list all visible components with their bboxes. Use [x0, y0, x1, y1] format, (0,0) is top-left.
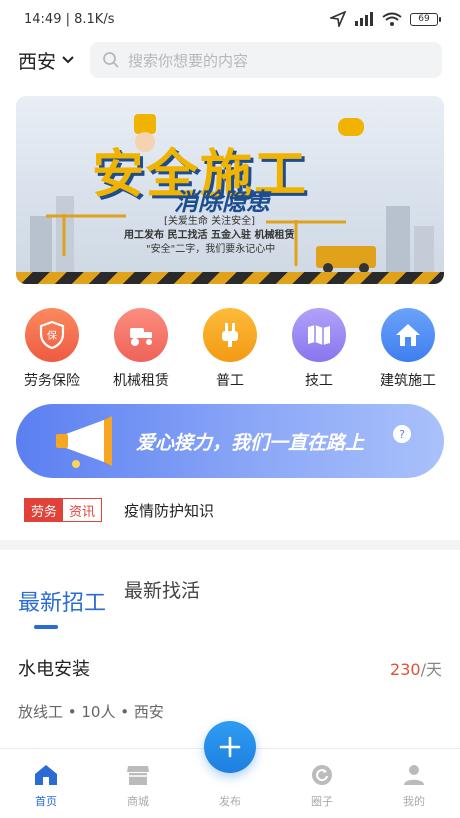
pay-unit: /天	[420, 660, 442, 679]
city-label: 西安	[18, 50, 57, 73]
tractor-icon	[114, 308, 168, 362]
search-input[interactable]: 搜索你想要的内容	[90, 42, 442, 78]
search-placeholder: 搜索你想要的内容	[128, 51, 249, 70]
plug-icon	[203, 308, 257, 362]
news-tag: 劳务 资讯	[24, 498, 103, 522]
bottom-nav: 首页 商城 发布 圈子 我的	[0, 721, 460, 818]
tag-info: 资讯	[63, 499, 102, 521]
wifi-icon	[382, 12, 402, 26]
promo-container: 爱心接力，我们一直在路上 ?	[0, 404, 460, 478]
header-row: 西安 搜索你想要的内容	[0, 38, 460, 82]
shop-icon	[127, 766, 149, 785]
map-icon	[292, 308, 346, 362]
news-headline[interactable]: 疫情防护知识	[124, 500, 214, 521]
network-speed: 8.1K/s	[74, 11, 115, 27]
plus-icon	[219, 736, 241, 758]
house-icon	[381, 308, 435, 362]
tab-latest-hiring[interactable]: 最新招工	[18, 585, 106, 617]
svg-text:?: ?	[399, 428, 405, 441]
status-bar: 14:49 | 8.1K/s 69	[0, 0, 460, 38]
promo-banner[interactable]: 爱心接力，我们一直在路上 ?	[16, 404, 444, 478]
nav-shop[interactable]: 商城	[92, 749, 184, 818]
tab-latest-jobs[interactable]: 最新找活	[124, 576, 200, 617]
battery-indicator: 69	[410, 12, 441, 26]
section-divider	[0, 540, 460, 550]
publish-button[interactable]	[204, 721, 256, 773]
chat-bubble-icon: ?	[393, 425, 411, 443]
job-meta: 放线工 • 10人 • 西安	[18, 703, 164, 721]
nav-circle[interactable]: 圈子	[276, 749, 368, 818]
shield-icon: 保	[25, 308, 79, 362]
category-construction[interactable]: 建筑施工	[364, 308, 452, 390]
chevron-down-icon	[62, 56, 74, 64]
status-left: 14:49 | 8.1K/s	[24, 11, 115, 27]
category-machinery-rental[interactable]: 机械租赁	[97, 308, 185, 390]
svg-text:保: 保	[47, 329, 57, 342]
status-right: 69	[330, 11, 441, 27]
user-icon	[404, 765, 424, 785]
banner-line-1: [关爱生命 关注安全]	[164, 216, 255, 227]
active-tab-indicator	[34, 625, 58, 629]
news-row[interactable]: 劳务 资讯 疫情防护知识	[0, 498, 460, 522]
hazard-stripe	[16, 272, 444, 284]
category-skilled-worker[interactable]: 技工	[275, 308, 363, 390]
nav-profile[interactable]: 我的	[368, 749, 460, 818]
signal-icon	[355, 12, 373, 26]
banner-line-2: 用工发布 民工找活 五金入驻 机械租赁	[124, 230, 295, 241]
megaphone-icon	[56, 416, 112, 468]
pay-amount: 230	[390, 660, 421, 679]
job-card[interactable]: 水电安装 230/天 放线工 • 10人 • 西安	[0, 655, 460, 722]
promo-text: 爱心接力，我们一直在路上	[136, 432, 365, 454]
refresh-icon	[312, 765, 332, 785]
nav-publish[interactable]: 发布	[184, 721, 276, 818]
city-selector[interactable]: 西安	[18, 47, 76, 74]
banner-line-3: "安全"二字，我们要永记心中	[146, 244, 276, 255]
job-title: 水电安装	[18, 659, 90, 680]
category-labor-insurance[interactable]: 保 劳务保险	[8, 308, 96, 390]
location-arrow-icon	[330, 11, 346, 27]
tag-labor: 劳务	[25, 499, 64, 521]
job-tabs: 最新招工 最新找活	[0, 576, 460, 617]
category-general-worker[interactable]: 普工	[186, 308, 274, 390]
home-icon	[35, 765, 57, 785]
job-pay: 230/天	[390, 656, 442, 680]
banner-container: 安全施工 消除隐患 [关爱生命 关注安全] 用工发布 民工找活 五金入驻 机械租…	[0, 96, 460, 284]
nav-home[interactable]: 首页	[0, 749, 92, 818]
status-time: 14:49	[24, 11, 62, 27]
category-grid: 保 劳务保险 机械租赁 普工 技工 建筑施工	[0, 308, 460, 390]
search-icon	[103, 52, 119, 68]
safety-banner[interactable]: 安全施工 消除隐患 [关爱生命 关注安全] 用工发布 民工找活 五金入驻 机械租…	[16, 96, 444, 284]
